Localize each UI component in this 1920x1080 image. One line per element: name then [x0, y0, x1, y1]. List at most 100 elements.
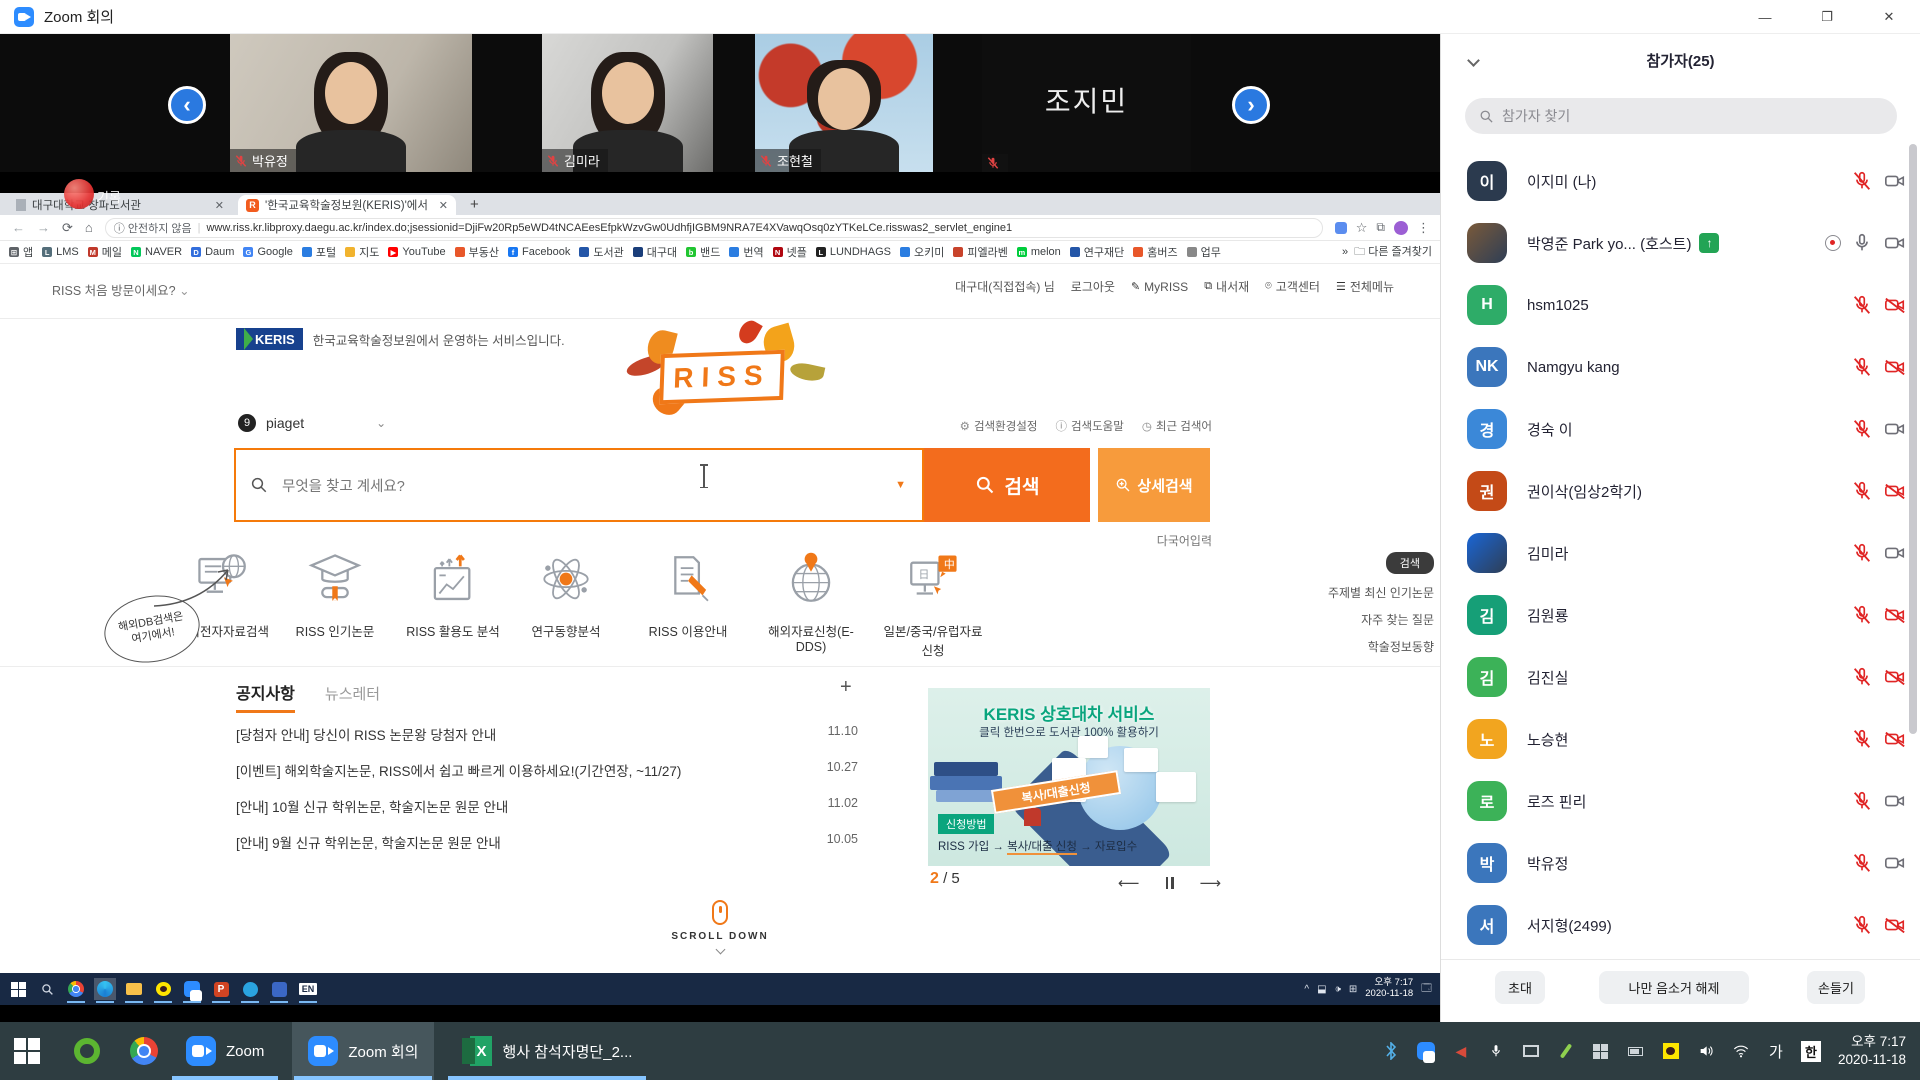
- notice-item[interactable]: [이벤트] 해외학술지논문, RISS에서 쉽고 빠르게 이용하세요!(기간연장…: [236, 760, 858, 780]
- bookmark-item[interactable]: 홈버즈: [1133, 244, 1177, 260]
- chrome-icon[interactable]: [65, 978, 87, 1000]
- new-tab-button[interactable]: +: [470, 196, 479, 213]
- close-button[interactable]: ✕: [1858, 0, 1920, 34]
- bookmark-item[interactable]: M메일: [88, 244, 122, 260]
- participant-row[interactable]: Hhsm1025: [1441, 274, 1920, 336]
- participants-scrollbar[interactable]: [1909, 144, 1917, 734]
- chrome-icon[interactable]: [130, 1037, 158, 1065]
- quick-search-badge[interactable]: 검색: [1386, 552, 1434, 574]
- previous-videos-button[interactable]: ‹: [168, 86, 206, 124]
- tray-expand-icon[interactable]: ^: [1304, 984, 1309, 995]
- tray-display-icon[interactable]: ⬓: [1317, 984, 1326, 995]
- bookmark-item[interactable]: LLMS: [42, 246, 79, 258]
- recent-keyword-dropdown[interactable]: 9 piaget ⌄: [238, 414, 386, 432]
- green-app-icon[interactable]: [74, 1038, 100, 1064]
- speaker-alert-icon[interactable]: ◀: [1450, 1040, 1472, 1062]
- bookmarks-overflow-icon[interactable]: »: [1342, 246, 1348, 258]
- forward-icon[interactable]: →: [37, 220, 50, 235]
- video-tile[interactable]: 박유정: [230, 34, 472, 172]
- riss-top-menu-item[interactable]: 로그아웃: [1071, 278, 1115, 295]
- advanced-search-button[interactable]: 상세검색: [1098, 448, 1210, 522]
- service-shortcut[interactable]: 日中일본/중국/유럽자료신청: [878, 550, 988, 659]
- edge-icon[interactable]: [94, 978, 116, 1000]
- notification-center-icon[interactable]: 🗔: [1421, 981, 1432, 998]
- participant-row[interactable]: 서서지형(2499): [1441, 894, 1920, 956]
- bookmark-item[interactable]: b밴드: [686, 244, 720, 260]
- bookmark-star-icon[interactable]: ☆: [1356, 220, 1368, 236]
- banner-pause-icon[interactable]: [1166, 877, 1174, 889]
- wifi-tray-icon[interactable]: [1730, 1040, 1752, 1062]
- ime-ko-icon[interactable]: 가: [1765, 1040, 1787, 1062]
- participant-row[interactable]: NKNamgyu kang: [1441, 336, 1920, 398]
- search-option-link[interactable]: ⓘ검색도움말: [1055, 418, 1123, 434]
- notice-item[interactable]: [안내] 9월 신규 학위논문, 학술지논문 원문 안내10.05: [236, 832, 858, 852]
- riss-top-menu-item[interactable]: ⧉내서재: [1204, 278, 1249, 295]
- kakaotalk-tray-icon[interactable]: [1660, 1040, 1682, 1062]
- raise-hand-button[interactable]: 손들기: [1807, 971, 1865, 1004]
- tab-newsletter[interactable]: 뉴스레터: [325, 683, 380, 704]
- invite-button[interactable]: 초대: [1495, 971, 1545, 1004]
- bookmark-item[interactable]: DDaum: [191, 246, 234, 258]
- bookmark-item[interactable]: 지도: [345, 244, 379, 260]
- bookmark-item[interactable]: ▶YouTube: [388, 246, 445, 258]
- notices-more-button[interactable]: +: [840, 676, 852, 699]
- quick-link[interactable]: 학술정보동향: [1328, 638, 1434, 655]
- dropdown-arrow-icon[interactable]: ▼: [895, 479, 906, 491]
- bookmark-item[interactable]: 포털: [302, 244, 336, 260]
- promo-banner[interactable]: KERIS 상호대차 서비스 클릭 한번으로 도서관 100% 활용하기 복사/…: [928, 688, 1210, 866]
- notice-item[interactable]: [당첨자 안내] 당신이 RISS 논문왕 당첨자 안내11.10: [236, 724, 858, 744]
- url-field[interactable]: ⓘ 안전하지 않음 | www.riss.kr.libproxy.daegu.a…: [105, 218, 1323, 238]
- bluetooth-icon[interactable]: [1380, 1040, 1402, 1062]
- display-tray-icon[interactable]: [1520, 1040, 1542, 1062]
- participant-row[interactable]: 김김진실: [1441, 646, 1920, 708]
- bookmark-item[interactable]: 연구재단: [1070, 244, 1124, 260]
- bookmark-item[interactable]: 도서관: [579, 244, 623, 260]
- multilang-input-link[interactable]: 다국어입력: [1157, 532, 1212, 549]
- service-shortcut[interactable]: 해외자료신청(E-DDS): [756, 550, 866, 654]
- pen-tray-icon[interactable]: [1555, 1040, 1577, 1062]
- start-icon[interactable]: [7, 978, 29, 1000]
- bookmark-item[interactable]: N넷플: [773, 244, 807, 260]
- bookmark-item[interactable]: 업무: [1187, 244, 1221, 260]
- bookmark-item[interactable]: LLUNDHAGS: [816, 246, 891, 258]
- volume-tray-icon[interactable]: [1695, 1040, 1717, 1062]
- taskbar-app-button[interactable]: X행사 참석자명단_2...: [446, 1022, 648, 1080]
- participant-row[interactable]: 김김원룡: [1441, 584, 1920, 646]
- taskbar-app-button[interactable]: Zoom: [170, 1022, 280, 1080]
- search-input[interactable]: 무엇을 찾고 계세요? ▼: [234, 448, 924, 522]
- restore-button[interactable]: ❐: [1796, 0, 1858, 34]
- riss-top-menu-item[interactable]: ⌾고객센터: [1265, 278, 1320, 295]
- participant-row[interactable]: 박영준 Park yo... (호스트)↑: [1441, 212, 1920, 274]
- bookmark-item[interactable]: 대구대: [633, 244, 677, 260]
- bookmark-item[interactable]: NNAVER: [131, 246, 182, 258]
- ime-han-icon[interactable]: 한: [1800, 1040, 1822, 1062]
- tray-volume-icon[interactable]: 🕩: [1335, 984, 1341, 995]
- bookmark-item[interactable]: 부동산: [455, 244, 499, 260]
- battery-tray-icon[interactable]: [1625, 1040, 1647, 1062]
- taskbar-app-button[interactable]: Zoom 회의: [292, 1022, 434, 1080]
- next-videos-button[interactable]: ›: [1232, 86, 1270, 124]
- kakaotalk-icon[interactable]: [152, 978, 174, 1000]
- service-shortcut[interactable]: RISS 이용안내: [633, 550, 743, 640]
- grid-tray-icon[interactable]: [1590, 1040, 1612, 1062]
- participant-row[interactable]: 박박유정: [1441, 832, 1920, 894]
- video-tile[interactable]: 조지민: [982, 34, 1191, 172]
- service-shortcut[interactable]: RISS 활용도 분석: [398, 550, 508, 640]
- participant-row[interactable]: 노노승현: [1441, 708, 1920, 770]
- participant-search-input[interactable]: 참가자 찾기: [1465, 98, 1897, 134]
- close-tab-icon[interactable]: ✕: [215, 199, 224, 212]
- home-icon[interactable]: ⌂: [85, 220, 93, 235]
- search-button[interactable]: 검색: [924, 448, 1090, 522]
- tray-ime-icon[interactable]: ⊞: [1349, 984, 1357, 995]
- riss-top-menu-item[interactable]: 대구대(직접접속) 님: [955, 278, 1055, 295]
- banner-prev-icon[interactable]: ⟵: [1118, 874, 1140, 892]
- other-bookmarks-folder[interactable]: 🗀 다른 즐겨찾기: [1354, 243, 1432, 262]
- banner-next-icon[interactable]: ⟶: [1200, 874, 1222, 892]
- quick-link[interactable]: 주제별 최신 인기논문: [1328, 584, 1434, 601]
- zoom-icon[interactable]: [181, 978, 203, 1000]
- menu-dots-icon[interactable]: ⋮: [1417, 220, 1430, 236]
- shared-taskbar-clock[interactable]: 오후 7:17 2020-11-18: [1365, 978, 1413, 1000]
- search-icon[interactable]: [36, 978, 58, 1000]
- close-tab-icon[interactable]: ✕: [439, 199, 448, 212]
- folder-icon[interactable]: [123, 978, 145, 1000]
